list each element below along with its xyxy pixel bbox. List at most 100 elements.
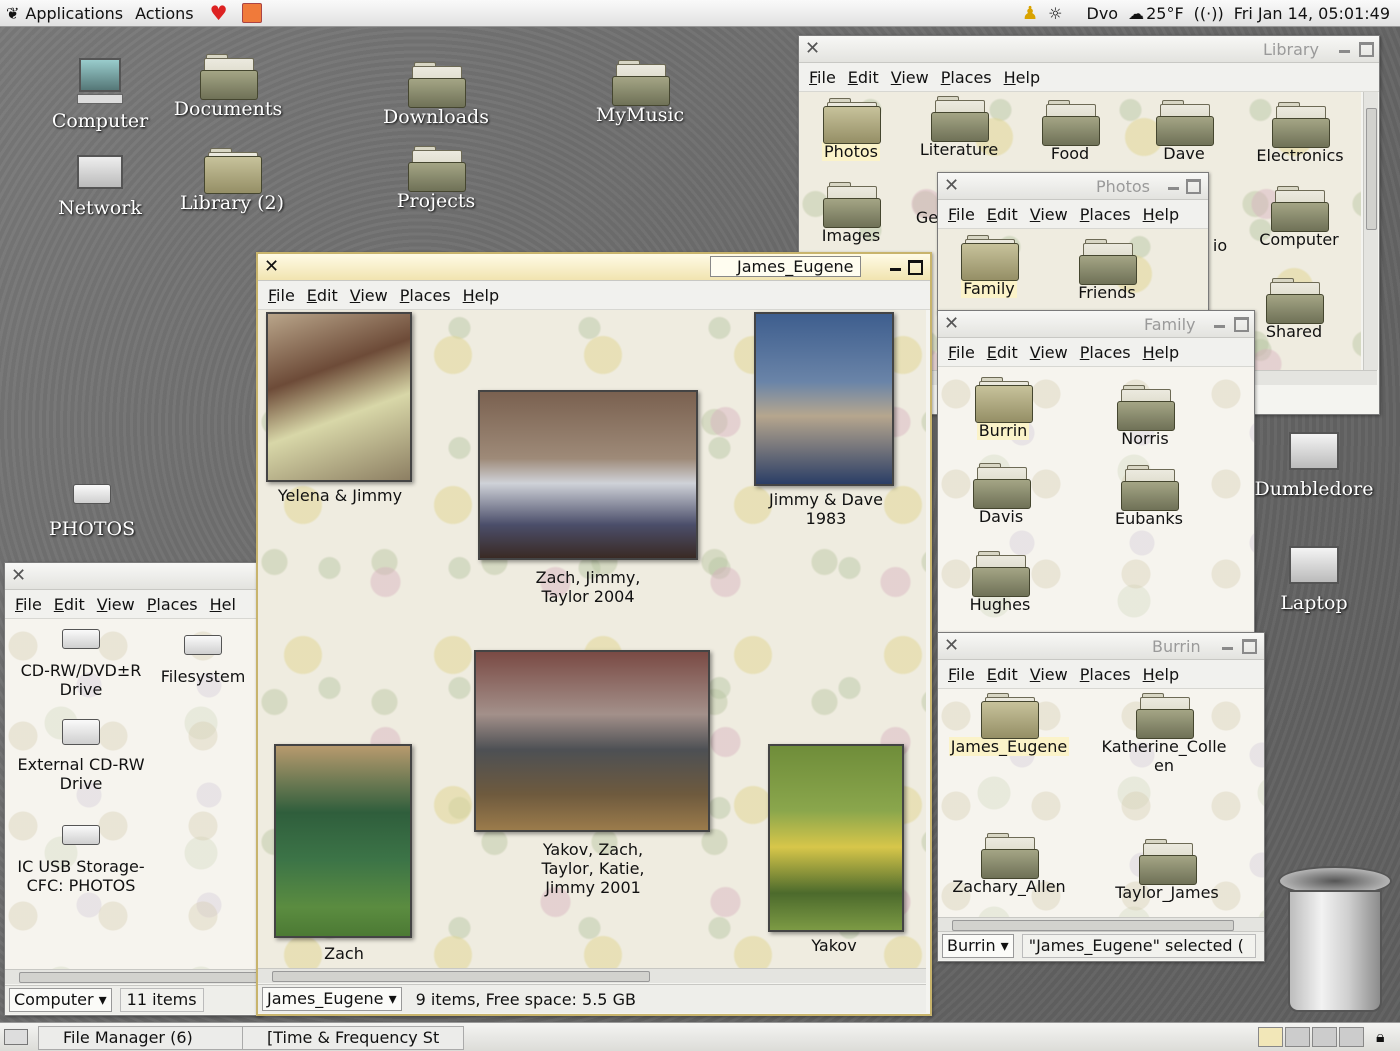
actions-menu[interactable]: Actions [129, 4, 199, 23]
menu-places[interactable]: Places [1074, 205, 1137, 224]
horizontal-scrollbar[interactable] [5, 969, 261, 984]
menu-edit[interactable]: Edit [981, 343, 1024, 362]
menu-edit[interactable]: Edit [301, 286, 344, 305]
drive-item[interactable]: Filesystem [155, 635, 251, 686]
folder-item[interactable]: Food [1025, 100, 1115, 163]
title-bar[interactable]: ✕ Library [799, 36, 1379, 63]
taskbar-file-manager[interactable]: File Manager (6) [38, 1026, 260, 1050]
folder-item[interactable]: Family [948, 235, 1030, 298]
folder-item[interactable]: James_Eugene [946, 693, 1072, 756]
menu-help[interactable]: Hel [204, 595, 242, 614]
photo-thumbnail[interactable] [474, 650, 710, 832]
menu-file[interactable]: File [9, 595, 48, 614]
folder-item[interactable]: Katherine_Colleen [1098, 693, 1230, 775]
menu-edit[interactable]: Edit [842, 68, 885, 87]
title-bar[interactable]: ✕ [5, 563, 261, 590]
folder-item[interactable]: Computer [1249, 186, 1349, 249]
desktop-icon-library[interactable]: Library (2) [170, 148, 294, 214]
menu-file[interactable]: File [942, 665, 981, 684]
photo-thumbnail[interactable] [754, 312, 894, 486]
photo-thumbnail[interactable] [478, 390, 698, 560]
desktop-icon-dumbledore[interactable]: Dumbledore [1254, 432, 1374, 500]
workspace-3[interactable] [1312, 1027, 1337, 1047]
menu-help[interactable]: Help [457, 286, 505, 305]
user-icon[interactable]: ♟ [1022, 3, 1038, 24]
menu-places[interactable]: Places [1074, 343, 1137, 362]
workspace-1[interactable] [1258, 1027, 1283, 1047]
location-combo[interactable]: Burrin ▾ [942, 934, 1014, 958]
james-eugene-window[interactable]: ✕ James_Eugene File Edit View Places Hel… [256, 252, 932, 1016]
close-icon[interactable]: ✕ [805, 38, 820, 59]
desktop-icon-documents[interactable]: Documents [168, 54, 288, 120]
folder-item[interactable]: Friends [1062, 239, 1152, 302]
location-combo[interactable]: Computer ▾ [9, 988, 112, 1012]
menu-places[interactable]: Places [935, 68, 998, 87]
menu-view[interactable]: View [1024, 665, 1074, 684]
folder-item[interactable]: Eubanks [1102, 465, 1196, 528]
computer-window[interactable]: ✕ File Edit View Places Hel CD-RW/DVD±R … [4, 562, 262, 1016]
desktop-icon-downloads[interactable]: Downloads [376, 62, 496, 128]
clock[interactable]: Fri Jan 14, 05:01:49 [1234, 4, 1390, 23]
menu-file[interactable]: File [942, 205, 981, 224]
folder-item[interactable]: Burrin [964, 377, 1042, 440]
gnome-foot-icon[interactable]: ❦ [0, 4, 19, 23]
folder-item[interactable]: Electronics [1245, 102, 1355, 165]
maximize-icon[interactable] [1242, 639, 1257, 654]
menu-places[interactable]: Places [1074, 665, 1137, 684]
scroll-thumb[interactable] [19, 972, 261, 983]
folder-item[interactable]: Norris [1102, 385, 1188, 448]
folder-item[interactable]: Images [811, 182, 891, 245]
close-icon[interactable]: ✕ [944, 175, 959, 196]
folder-item[interactable]: Davis [960, 463, 1042, 526]
menu-help[interactable]: Help [1137, 343, 1185, 362]
vertical-scrollbar[interactable] [1363, 92, 1378, 370]
close-icon[interactable]: ✕ [11, 565, 26, 586]
folder-item[interactable]: Zachary_Allen [946, 833, 1072, 896]
photo-thumbnail[interactable] [768, 744, 904, 932]
folder-item[interactable]: Hughes [958, 551, 1042, 614]
desktop-icon-photos[interactable]: PHOTOS [36, 484, 148, 540]
family-window[interactable]: ✕ Family File Edit View Places Help Burr… [937, 310, 1255, 637]
horizontal-scrollbar[interactable] [938, 917, 1264, 932]
menu-view[interactable]: View [344, 286, 394, 305]
desktop-icon-network[interactable]: Network [45, 155, 155, 219]
workspace-2[interactable] [1285, 1027, 1310, 1047]
desktop-icon-projects[interactable]: Projects [376, 146, 496, 212]
photo-thumbnail[interactable] [266, 312, 412, 482]
applications-menu[interactable]: Applications [19, 4, 129, 23]
burrin-window[interactable]: ✕ Burrin File Edit View Places Help Jame… [937, 632, 1265, 962]
menu-view[interactable]: View [885, 68, 935, 87]
menu-file[interactable]: File [942, 343, 981, 362]
desktop-icon-computer[interactable]: Computer [45, 58, 155, 132]
close-icon[interactable]: ✕ [944, 313, 959, 334]
minimize-icon[interactable] [890, 268, 901, 271]
scroll-thumb[interactable] [272, 971, 650, 982]
title-bar[interactable]: ✕ James_Eugene [258, 254, 930, 281]
folder-item[interactable]: Shared [1249, 278, 1339, 341]
desktop-icon-mymusic[interactable]: MyMusic [580, 60, 700, 126]
menu-help[interactable]: Help [1137, 665, 1185, 684]
minimize-icon[interactable] [1214, 325, 1225, 328]
drive-item[interactable]: CD-RW/DVD±R Drive [11, 629, 151, 699]
trash-icon[interactable] [1278, 866, 1392, 1016]
workspace-4[interactable] [1339, 1027, 1364, 1047]
presentation-launcher-icon[interactable] [241, 3, 262, 23]
maximize-icon[interactable] [1234, 317, 1249, 332]
maximize-icon[interactable] [1186, 179, 1201, 194]
close-icon[interactable]: ✕ [944, 635, 959, 656]
weather-location[interactable]: Dvo [1087, 4, 1119, 23]
weather-temperature[interactable]: 25°F [1146, 4, 1184, 23]
workspace-switcher[interactable] [1258, 1027, 1364, 1047]
taskbar-time-frequency[interactable]: [Time & Frequency St [242, 1026, 464, 1050]
folder-item-partial[interactable]: io [1205, 236, 1235, 255]
menu-places[interactable]: Places [141, 595, 204, 614]
drive-item[interactable]: External CD-RW Drive [11, 719, 151, 793]
scroll-thumb[interactable] [1366, 108, 1377, 230]
lock-icon[interactable]: 🔒︎ [1376, 1027, 1385, 1047]
desktop-icon-laptop[interactable]: Laptop [1254, 546, 1374, 614]
maximize-icon[interactable] [908, 260, 923, 275]
heart-launcher-icon[interactable]: ♥ [210, 1, 228, 25]
maximize-icon[interactable] [1359, 42, 1374, 57]
minimize-icon[interactable] [1222, 647, 1233, 650]
scroll-thumb[interactable] [952, 920, 1234, 931]
